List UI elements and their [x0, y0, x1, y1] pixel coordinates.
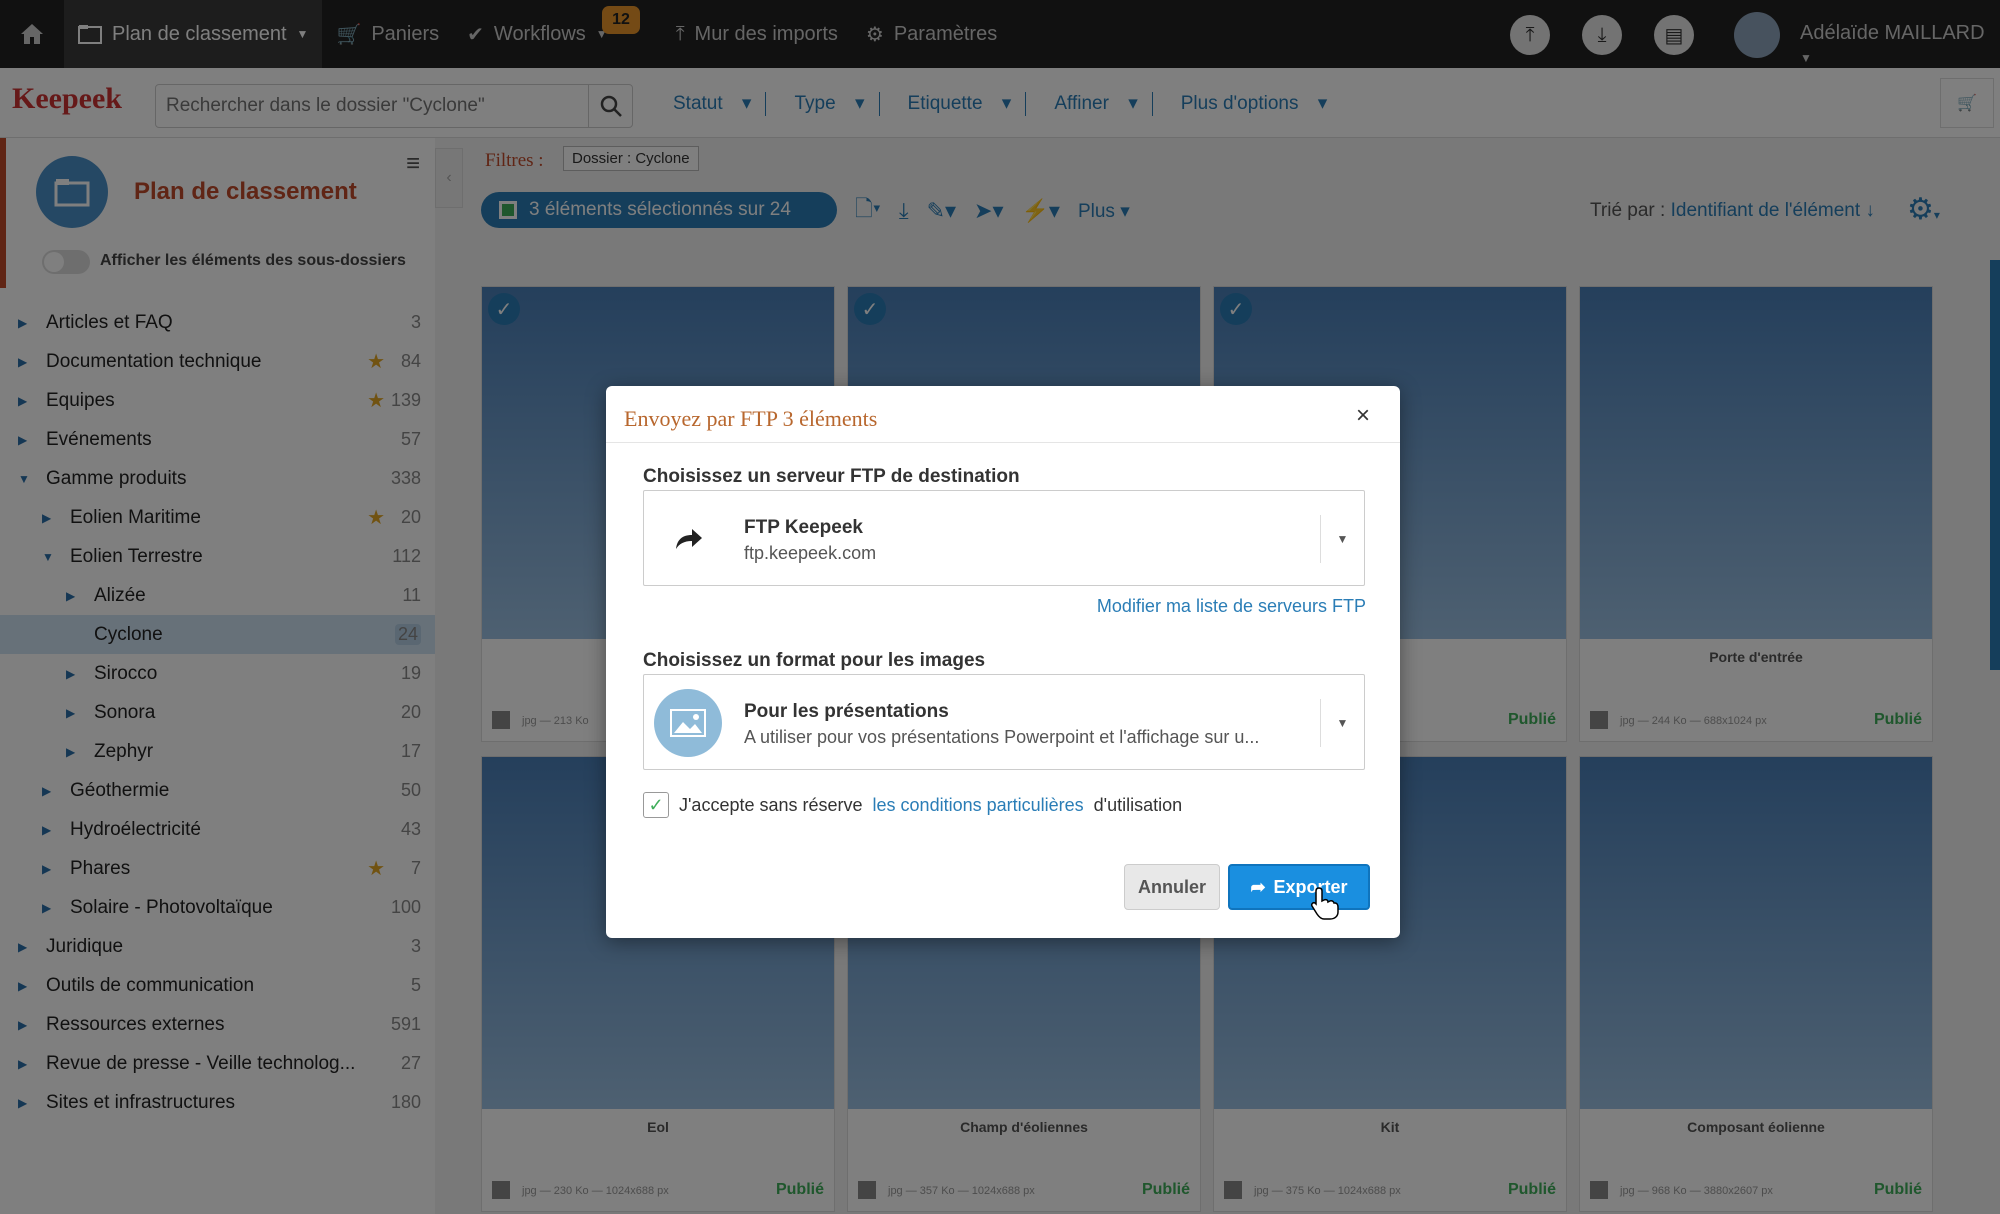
chevron-down-icon[interactable]: ▼ — [1320, 699, 1364, 747]
server-name: FTP Keepeek — [744, 517, 863, 538]
chevron-down-icon[interactable]: ▼ — [1320, 515, 1364, 563]
export-button[interactable]: ➦ Exporter — [1228, 864, 1370, 910]
server-label: Choisissez un serveur FTP de destination — [643, 466, 1020, 487]
close-icon[interactable]: × — [1356, 402, 1370, 430]
accept-prefix: J'accepte sans réserve — [679, 794, 863, 815]
modify-servers-link[interactable]: Modifier ma liste de serveurs FTP — [1097, 596, 1366, 617]
image-icon — [654, 689, 722, 757]
image-format-select[interactable]: Pour les présentations A utiliser pour v… — [643, 674, 1365, 770]
accept-terms: ✓ J'accepte sans réserve les conditions … — [643, 792, 1182, 818]
share-arrow-icon — [676, 529, 702, 549]
dialog-title: Envoyez par FTP 3 éléments — [624, 406, 878, 431]
accept-checkbox[interactable]: ✓ — [643, 792, 669, 818]
cancel-button[interactable]: Annuler — [1124, 864, 1220, 910]
ftp-server-select[interactable]: FTP Keepeek ftp.keepeek.com ▼ — [643, 490, 1365, 586]
hand-cursor-icon — [1311, 887, 1339, 920]
share-arrow-icon: ➦ — [1250, 876, 1266, 897]
divider — [606, 442, 1400, 443]
terms-link[interactable]: les conditions particulières — [873, 795, 1084, 816]
format-label: Choisissez un format pour les images — [643, 650, 986, 671]
ftp-export-dialog: Envoyez par FTP 3 éléments × Choisissez … — [606, 386, 1400, 938]
accept-suffix: d'utilisation — [1093, 794, 1183, 815]
server-host: ftp.keepeek.com — [744, 543, 877, 563]
format-description: A utiliser pour vos présentations Powerp… — [744, 727, 1260, 747]
format-name: Pour les présentations — [744, 701, 949, 722]
